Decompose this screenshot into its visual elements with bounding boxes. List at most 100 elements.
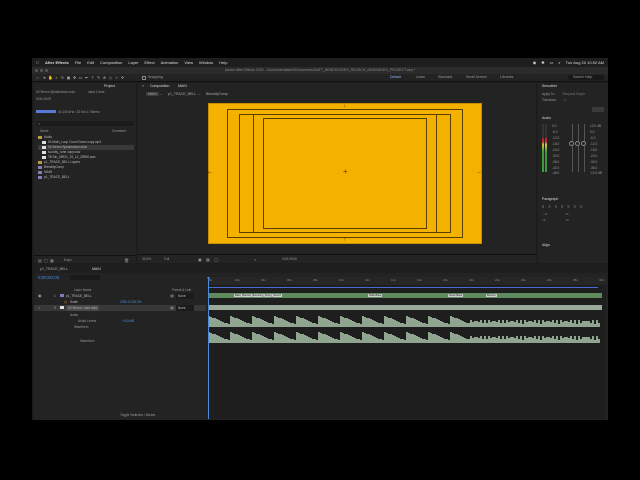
- timeline-search-input[interactable]: [70, 275, 100, 280]
- timeline-timecode[interactable]: 0;00;00;00: [38, 275, 59, 280]
- audio-knob-right[interactable]: [581, 141, 586, 146]
- col-layer-name[interactable]: Layer Name: [74, 288, 91, 292]
- menu-layer[interactable]: Layer: [128, 60, 138, 65]
- layer-bar-audio[interactable]: [208, 305, 602, 310]
- audio-group[interactable]: Audio: [70, 313, 78, 317]
- table-row[interactable]: ♪ 2 04 Seven...own.m4a @ None: [34, 305, 206, 311]
- apple-menu-icon[interactable]: : [36, 60, 39, 65]
- work-area-bar[interactable]: [208, 287, 598, 288]
- breadcrumb-trace-bell[interactable]: p1_TRACE_BELL: [168, 92, 196, 96]
- audio-panel-title[interactable]: Audio: [542, 116, 551, 120]
- zoom-icon[interactable]: [45, 69, 48, 72]
- col-parent-link[interactable]: Parent & Link: [172, 288, 191, 292]
- selection-tool-icon[interactable]: ➤: [42, 75, 47, 80]
- battery-icon[interactable]: ▭: [550, 60, 554, 65]
- type-tool-icon[interactable]: T: [90, 75, 95, 80]
- indent-left-icon[interactable]: →≡: [542, 212, 547, 216]
- spotlight-icon[interactable]: ⌕: [558, 60, 560, 65]
- comp-timecode[interactable]: 0;00;00;00: [282, 257, 297, 261]
- wifi-icon[interactable]: ◉: [533, 60, 537, 65]
- layer-marker[interactable]: Down Bass: [448, 294, 464, 297]
- list-item[interactable]: p1_TRACE_BELL: [38, 175, 134, 180]
- camera-icon[interactable]: ◐: [254, 257, 256, 262]
- tab-p1-trace-bell[interactable]: p1_TRACE_BELL: [40, 267, 68, 271]
- justify-all-icon[interactable]: ≡: [580, 204, 582, 210]
- rectangle-tool-icon[interactable]: ▭: [78, 75, 83, 80]
- eraser-tool-icon[interactable]: ◇: [108, 75, 113, 80]
- tab-composition[interactable]: Composition: [150, 84, 169, 88]
- justify-center-icon[interactable]: ≡: [567, 204, 569, 210]
- toggle-switches-modes[interactable]: Toggle Switches / Modes: [120, 413, 155, 417]
- align-right-icon[interactable]: ≡: [555, 204, 557, 210]
- home-icon[interactable]: ⌂: [35, 75, 40, 80]
- breadcrumb-main[interactable]: MAIN: [146, 92, 159, 96]
- apply-button[interactable]: [592, 107, 604, 112]
- workspace-libraries[interactable]: Libraries: [500, 75, 513, 79]
- layer-marker[interactable]: Bounce: [486, 294, 497, 297]
- bpc-button[interactable]: 8 bpc: [64, 258, 72, 262]
- brush-tool-icon[interactable]: ✎: [96, 75, 101, 80]
- camera-tool-icon[interactable]: ▣: [66, 75, 71, 80]
- minimize-icon[interactable]: [40, 69, 43, 72]
- hand-tool-icon[interactable]: ✋: [48, 75, 53, 80]
- menu-help[interactable]: Help: [219, 60, 227, 65]
- new-comp-icon[interactable]: ▦: [50, 258, 54, 263]
- resolution-select[interactable]: Full: [164, 257, 169, 261]
- waveform-group[interactable]: Waveform: [74, 325, 88, 329]
- magnification-select[interactable]: 33.3%: [142, 257, 151, 261]
- clock[interactable]: Tue Aug 20 10:52 AM: [566, 60, 604, 65]
- puppet-tool-icon[interactable]: ✣: [120, 75, 125, 80]
- apply-to-select[interactable]: Temporal Graph: [562, 92, 585, 96]
- composition-viewer[interactable]: + ⊥ ⊤ ⊢ ⊣: [208, 103, 482, 244]
- align-panel-title[interactable]: Align: [542, 243, 550, 247]
- workspace-default[interactable]: Default: [390, 75, 401, 79]
- menu-animation[interactable]: Animation: [161, 60, 179, 65]
- col-name[interactable]: Name: [40, 129, 49, 133]
- audio-icon[interactable]: ♪: [38, 305, 40, 311]
- menu-icon[interactable]: ≡: [142, 84, 144, 88]
- interpret-footage-icon[interactable]: ▤: [38, 258, 42, 263]
- space-before-icon[interactable]: ↑≡: [542, 218, 545, 222]
- snapping-checkbox[interactable]: [142, 76, 146, 80]
- pan-behind-tool-icon[interactable]: ✥: [72, 75, 77, 80]
- timeline-tracks[interactable]: 0s 02s 04s 06s 08s 10s 12s 14s 16s 18s 20s 22s 24s 26…: [206, 277, 606, 419]
- pen-tool-icon[interactable]: ✒: [84, 75, 89, 80]
- menu-edit[interactable]: Edit: [87, 60, 94, 65]
- workspace-learn[interactable]: Learn: [416, 75, 425, 79]
- close-icon[interactable]: [35, 69, 38, 72]
- region-icon[interactable]: ▣: [198, 257, 202, 262]
- breadcrumb-blendify[interactable]: BlendifyComp: [206, 92, 228, 96]
- col-comment[interactable]: Comment: [112, 129, 126, 133]
- project-search-input[interactable]: ⌕: [36, 121, 134, 126]
- time-ruler[interactable]: 0s 02s 04s 06s 08s 10s 12s 14s 16s 18s 20s 22s 24s 26…: [208, 277, 606, 285]
- audio-slider-center[interactable]: [578, 124, 579, 172]
- workspace-small-screen[interactable]: Small Screen: [466, 75, 487, 79]
- layer-marker[interactable]: Slide Bass: [368, 294, 383, 297]
- rotate-tool-icon[interactable]: ↻: [60, 75, 65, 80]
- playhead[interactable]: [208, 277, 209, 419]
- tab-project[interactable]: Project: [104, 84, 115, 88]
- roto-tool-icon[interactable]: ✧: [114, 75, 119, 80]
- space-after-icon[interactable]: ≡↓: [566, 218, 569, 222]
- tolerance-value[interactable]: 1: [564, 98, 566, 102]
- bluetooth-icon[interactable]: ✱: [541, 60, 544, 65]
- search-help-input[interactable]: Search Help: [568, 75, 604, 80]
- mask-icon[interactable]: ◯: [214, 257, 218, 262]
- menu-window[interactable]: Window: [199, 60, 213, 65]
- audio-levels-value[interactable]: +0.00dB: [122, 319, 134, 323]
- zoom-tool-icon[interactable]: ⌕: [54, 75, 59, 80]
- menu-effect[interactable]: Effect: [144, 60, 154, 65]
- trash-icon[interactable]: 🗑: [124, 258, 129, 263]
- audio-slider-left[interactable]: [572, 124, 573, 172]
- menu-view[interactable]: View: [184, 60, 193, 65]
- audio-slider-right[interactable]: [584, 124, 585, 172]
- smoother-title[interactable]: Smoother: [542, 84, 557, 88]
- align-left-icon[interactable]: ≡: [542, 204, 544, 210]
- tab-main[interactable]: MAIN: [92, 267, 101, 271]
- paragraph-panel-title[interactable]: Paragraph: [542, 197, 558, 201]
- transparency-grid-icon[interactable]: ▦: [206, 257, 210, 262]
- playhead-handle-icon[interactable]: ▼: [206, 277, 211, 282]
- pick-whip-icon[interactable]: @: [170, 305, 174, 311]
- layer-marker[interactable]: Bass_Bounce_Bouncing_Flying_Sound: [234, 294, 282, 297]
- workspace-standard[interactable]: Standard: [438, 75, 452, 79]
